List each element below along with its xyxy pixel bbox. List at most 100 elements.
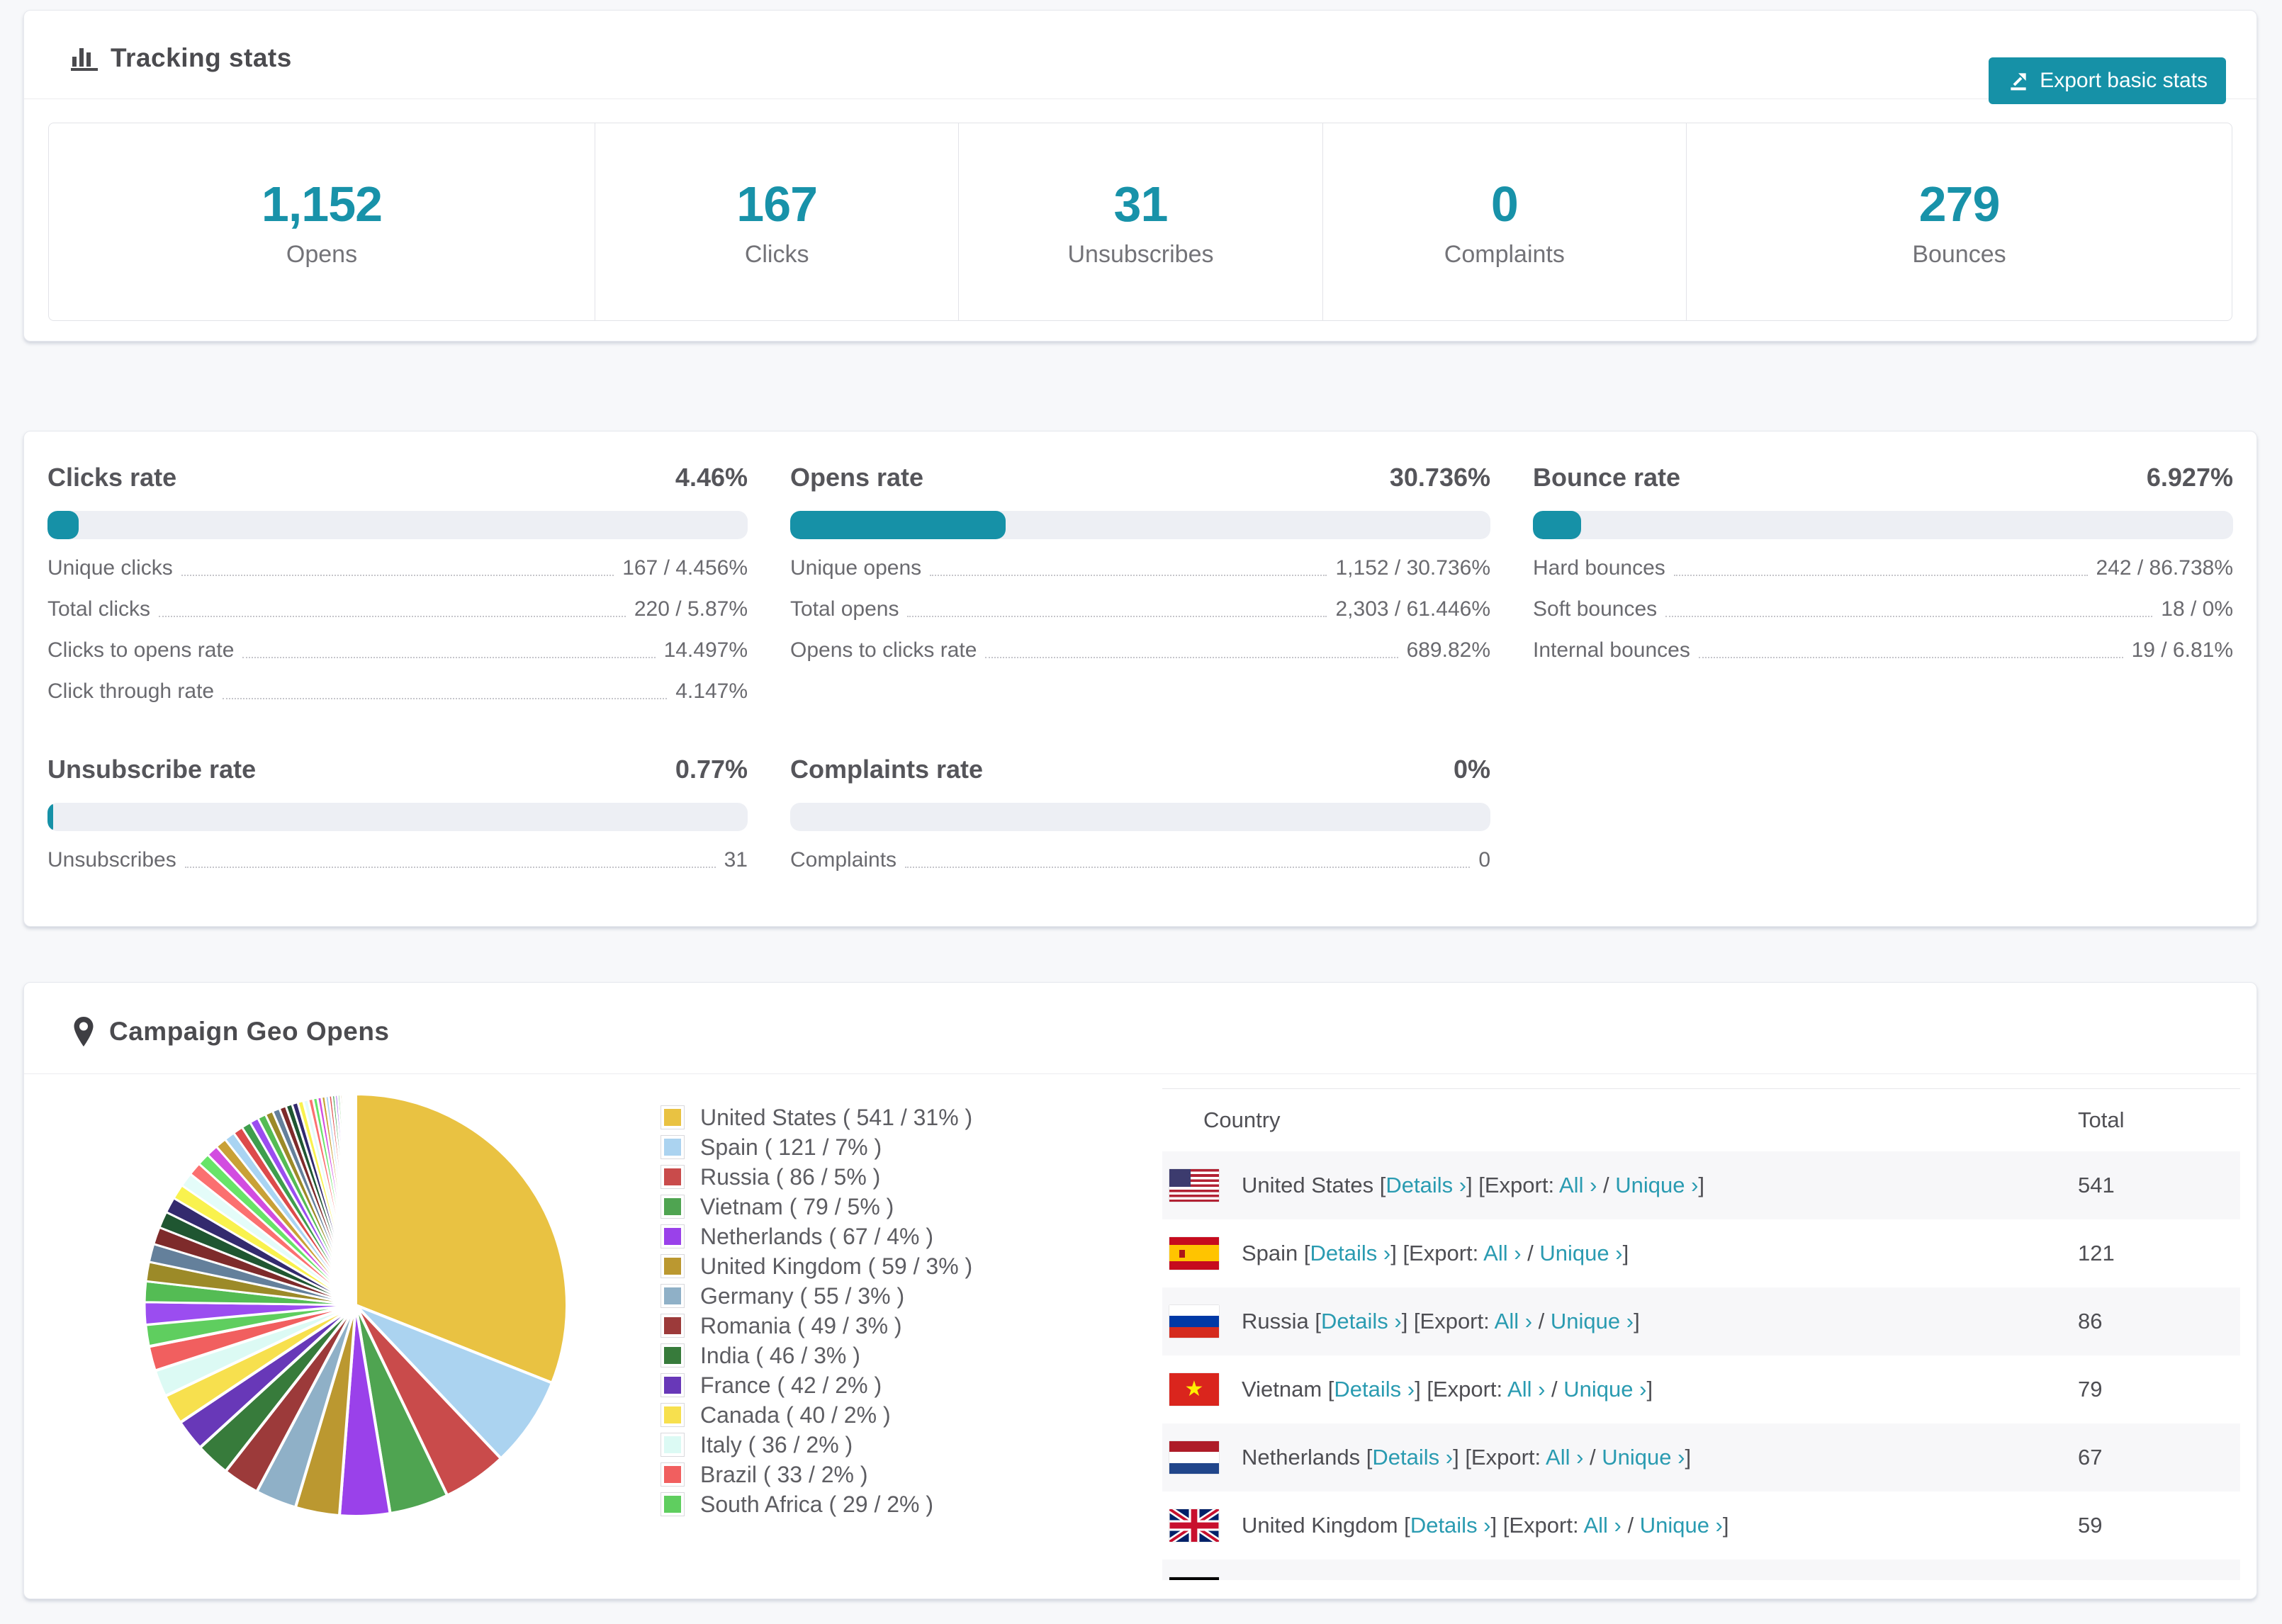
rate-detail-label: Total opens bbox=[790, 597, 899, 621]
rate-value: 30.736% bbox=[1389, 463, 1490, 492]
rate-progress-track bbox=[1533, 511, 2233, 539]
legend-item[interactable]: Italy ( 36 / 2% ) bbox=[661, 1430, 972, 1460]
export-all-link[interactable]: All › bbox=[1507, 1377, 1545, 1402]
legend-item[interactable]: Netherlands ( 67 / 4% ) bbox=[661, 1222, 972, 1251]
country-cell: Netherlands [Details ›] [Export: All › /… bbox=[1242, 1445, 1692, 1470]
details-link[interactable]: Details › bbox=[1410, 1513, 1491, 1538]
legend-label: India ( 46 / 3% ) bbox=[700, 1342, 860, 1368]
stat-label: Clicks bbox=[744, 240, 809, 268]
rate-progress-fill bbox=[47, 511, 79, 539]
details-link[interactable]: Details › bbox=[1334, 1377, 1415, 1402]
legend-item[interactable]: Germany ( 55 / 3% ) bbox=[661, 1281, 972, 1311]
legend-item[interactable]: United Kingdom ( 59 / 3% ) bbox=[661, 1251, 972, 1281]
details-link[interactable]: Details › bbox=[1321, 1309, 1402, 1333]
rate-title: Complaints rate bbox=[790, 755, 984, 784]
geo-table-row: Germany [Details ›] [Export: All › / Uni… bbox=[1162, 1560, 2240, 1580]
legend-swatch bbox=[661, 1343, 685, 1368]
rate-detail-value: 167 / 4.456% bbox=[622, 556, 748, 580]
export-all-link[interactable]: All › bbox=[1483, 1241, 1521, 1265]
legend-item[interactable]: Vietnam ( 79 / 5% ) bbox=[661, 1192, 972, 1222]
summary-stat-cell: 1,152 Opens bbox=[49, 123, 595, 320]
legend-swatch bbox=[661, 1492, 685, 1516]
country-cell: United Kingdom [Details ›] [Export: All … bbox=[1242, 1513, 1729, 1538]
export-all-link[interactable]: All › bbox=[1583, 1513, 1621, 1538]
rate-detail-label: Internal bounces bbox=[1533, 638, 1690, 662]
pie-legend: United States ( 541 / 31% ) Spain ( 121 … bbox=[661, 1103, 972, 1519]
es-flag-icon bbox=[1169, 1237, 1219, 1270]
legend-item[interactable]: Russia ( 86 / 5% ) bbox=[661, 1162, 972, 1192]
total-cell: 541 bbox=[2078, 1173, 2115, 1197]
rate-detail-row: Unique opens 1,152 / 30.736% bbox=[790, 556, 1490, 580]
export-unique-link[interactable]: Unique › bbox=[1563, 1377, 1646, 1402]
rate-detail-label: Opens to clicks rate bbox=[790, 638, 977, 662]
legend-swatch bbox=[661, 1284, 685, 1308]
legend-swatch bbox=[661, 1433, 685, 1457]
legend-label: Russia ( 86 / 5% ) bbox=[700, 1163, 881, 1190]
rate-detail-label: Unique opens bbox=[790, 556, 922, 580]
rate-detail-row: Click through rate 4.147% bbox=[47, 680, 748, 704]
total-cell: 121 bbox=[2078, 1241, 2115, 1265]
rate-detail-label: Unique clicks bbox=[47, 556, 173, 580]
rate-title: Clicks rate bbox=[47, 463, 177, 492]
legend-item[interactable]: Canada ( 40 / 2% ) bbox=[661, 1400, 972, 1430]
export-unique-link[interactable]: Unique › bbox=[1615, 1173, 1698, 1197]
rate-detail-value: 18 / 0% bbox=[2161, 597, 2233, 621]
us-flag-icon bbox=[1169, 1169, 1219, 1202]
legend-item[interactable]: Romania ( 49 / 3% ) bbox=[661, 1311, 972, 1341]
legend-item[interactable]: Brazil ( 33 / 2% ) bbox=[661, 1460, 972, 1489]
details-link[interactable]: Details › bbox=[1386, 1173, 1466, 1197]
summary-stat-cell: 279 Bounces bbox=[1685, 123, 2232, 320]
details-link[interactable]: Details › bbox=[1310, 1241, 1391, 1265]
rate-detail-row: Opens to clicks rate 689.82% bbox=[790, 638, 1490, 662]
legend-item[interactable]: France ( 42 / 2% ) bbox=[661, 1370, 972, 1400]
legend-swatch bbox=[661, 1403, 685, 1427]
export-basic-stats-button[interactable]: Export basic stats bbox=[1989, 57, 2226, 104]
geo-table-header: Country Total bbox=[1162, 1089, 2240, 1151]
rate-detail-row: Total clicks 220 / 5.87% bbox=[47, 597, 748, 621]
stat-value: 0 bbox=[1490, 176, 1519, 232]
total-cell: 67 bbox=[2078, 1445, 2103, 1470]
column-header-country: Country bbox=[1203, 1107, 1281, 1132]
stat-label: Bounces bbox=[1912, 240, 2006, 268]
stat-label: Opens bbox=[286, 240, 358, 268]
dotted-leader bbox=[181, 575, 614, 576]
rate-progress-track bbox=[790, 511, 1490, 539]
export-all-link[interactable]: All › bbox=[1559, 1173, 1597, 1197]
rate-detail-label: Click through rate bbox=[47, 680, 215, 703]
rate-detail-row: Soft bounces 18 / 0% bbox=[1533, 597, 2233, 621]
rate-detail-row: Internal bounces 19 / 6.81% bbox=[1533, 638, 2233, 662]
rate-value: 6.927% bbox=[2146, 463, 2233, 492]
rate-detail-value: 0 bbox=[1478, 848, 1490, 872]
geo-table-row: Spain [Details ›] [Export: All › / Uniqu… bbox=[1162, 1219, 2240, 1287]
legend-item[interactable]: United States ( 541 / 31% ) bbox=[661, 1103, 972, 1132]
summary-grid: 1,152 Opens 167 Clicks 31 Unsubscribes 0… bbox=[48, 123, 2232, 321]
rate-panel: Opens rate 30.736% Unique opens 1,152 / … bbox=[790, 463, 1490, 704]
rate-panel: Bounce rate 6.927% Hard bounces 242 / 86… bbox=[1533, 463, 2233, 704]
map-pin-icon bbox=[74, 1017, 94, 1047]
ru-flag-icon bbox=[1169, 1305, 1219, 1338]
geo-table-row: ★ Vietnam [Details ›] [Export: All › / Un… bbox=[1162, 1355, 2240, 1423]
legend-label: Romania ( 49 / 3% ) bbox=[700, 1312, 902, 1338]
rate-detail-label: Total clicks bbox=[47, 597, 151, 621]
legend-label: Vietnam ( 79 / 5% ) bbox=[700, 1193, 894, 1219]
legend-label: United Kingdom ( 59 / 3% ) bbox=[700, 1253, 973, 1279]
legend-label: Germany ( 55 / 3% ) bbox=[700, 1282, 905, 1309]
rate-progress-fill bbox=[1533, 511, 1582, 539]
rate-detail-label: Soft bounces bbox=[1533, 597, 1658, 621]
dotted-leader bbox=[223, 698, 668, 699]
export-all-link[interactable]: All › bbox=[1495, 1309, 1532, 1333]
rate-value: 0% bbox=[1453, 755, 1490, 784]
export-unique-link[interactable]: Unique › bbox=[1539, 1241, 1622, 1265]
export-all-link[interactable]: All › bbox=[1546, 1445, 1583, 1470]
export-unique-link[interactable]: Unique › bbox=[1602, 1445, 1685, 1470]
rates-card: Clicks rate 4.46% Unique clicks 167 / 4.… bbox=[23, 431, 2257, 927]
export-unique-link[interactable]: Unique › bbox=[1551, 1309, 1634, 1333]
legend-item[interactable]: India ( 46 / 3% ) bbox=[661, 1341, 972, 1370]
legend-swatch bbox=[661, 1314, 685, 1338]
legend-item[interactable]: Spain ( 121 / 7% ) bbox=[661, 1132, 972, 1162]
legend-item[interactable]: South Africa ( 29 / 2% ) bbox=[661, 1489, 972, 1519]
total-cell: 79 bbox=[2078, 1377, 2103, 1402]
rate-detail-value: 1,152 / 30.736% bbox=[1335, 556, 1490, 580]
export-unique-link[interactable]: Unique › bbox=[1640, 1513, 1723, 1538]
details-link[interactable]: Details › bbox=[1372, 1445, 1453, 1470]
